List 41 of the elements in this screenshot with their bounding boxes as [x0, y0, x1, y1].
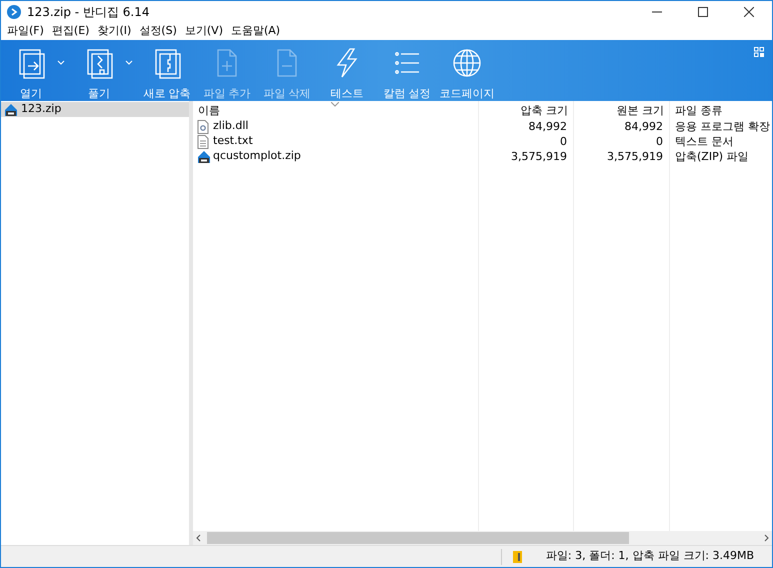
- table-cell: 3,575,919: [574, 149, 670, 164]
- caret-icon[interactable]: [57, 60, 65, 66]
- gear-file-icon: [197, 120, 209, 134]
- toolbar-button[interactable]: 새로 압축: [137, 46, 197, 102]
- file-name[interactable]: zlib.dll: [213, 118, 248, 135]
- column-header[interactable]: 파일 종류: [670, 101, 772, 119]
- menu-item[interactable]: 파일(F): [3, 23, 48, 40]
- maximize-icon: [698, 7, 708, 17]
- table-cell: 0: [574, 134, 670, 149]
- menu-item[interactable]: 찾기(I): [93, 23, 136, 40]
- text-file-icon: [197, 134, 209, 148]
- table-cell-text: 압축(ZIP) 파일: [674, 149, 750, 164]
- menu-item[interactable]: 설정(S): [135, 23, 181, 40]
- table-cell-text: 응용 프로그램 확장: [674, 119, 771, 134]
- caret-icon[interactable]: [125, 60, 133, 66]
- column-header[interactable]: 압축 크기: [479, 101, 574, 119]
- table-cell-text: 텍스트 문서: [674, 134, 734, 149]
- zip-book-icon: [512, 550, 524, 564]
- table-cell: 0: [479, 134, 574, 149]
- sort-caret-icon: [331, 102, 339, 107]
- menu-item[interactable]: 편집(E): [48, 23, 94, 40]
- column-header[interactable]: 이름: [193, 101, 479, 119]
- zip-archive-icon: [197, 150, 211, 164]
- table-cell: 3,575,919: [479, 149, 574, 164]
- table-cell: 84,992: [574, 119, 670, 134]
- file-name[interactable]: test.txt: [213, 133, 253, 150]
- tree-item[interactable]: 123.zip: [1, 102, 189, 117]
- layout-icon[interactable]: [754, 47, 764, 57]
- status-text: 파일: 3, 폴더: 1, 압축 파일 크기: 3.49MB: [546, 548, 754, 564]
- toolbar-button[interactable]: 열기: [1, 46, 61, 102]
- column-header[interactable]: 원본 크기: [574, 101, 670, 119]
- toolbar-button[interactable]: 풀기: [69, 46, 129, 102]
- window-title: 123.zip - 반디집 6.14: [27, 4, 150, 21]
- file-name[interactable]: qcustomplot.zip: [213, 148, 301, 165]
- menu-item[interactable]: 도움말(A): [226, 23, 284, 40]
- horizontal-scrollbar[interactable]: [193, 531, 772, 545]
- scrollbar-thumb[interactable]: [207, 532, 629, 544]
- app-logo-icon: [7, 5, 21, 19]
- table-cell: 84,992: [479, 119, 574, 134]
- close-icon: [744, 7, 754, 17]
- menu-item[interactable]: 보기(V): [180, 23, 227, 40]
